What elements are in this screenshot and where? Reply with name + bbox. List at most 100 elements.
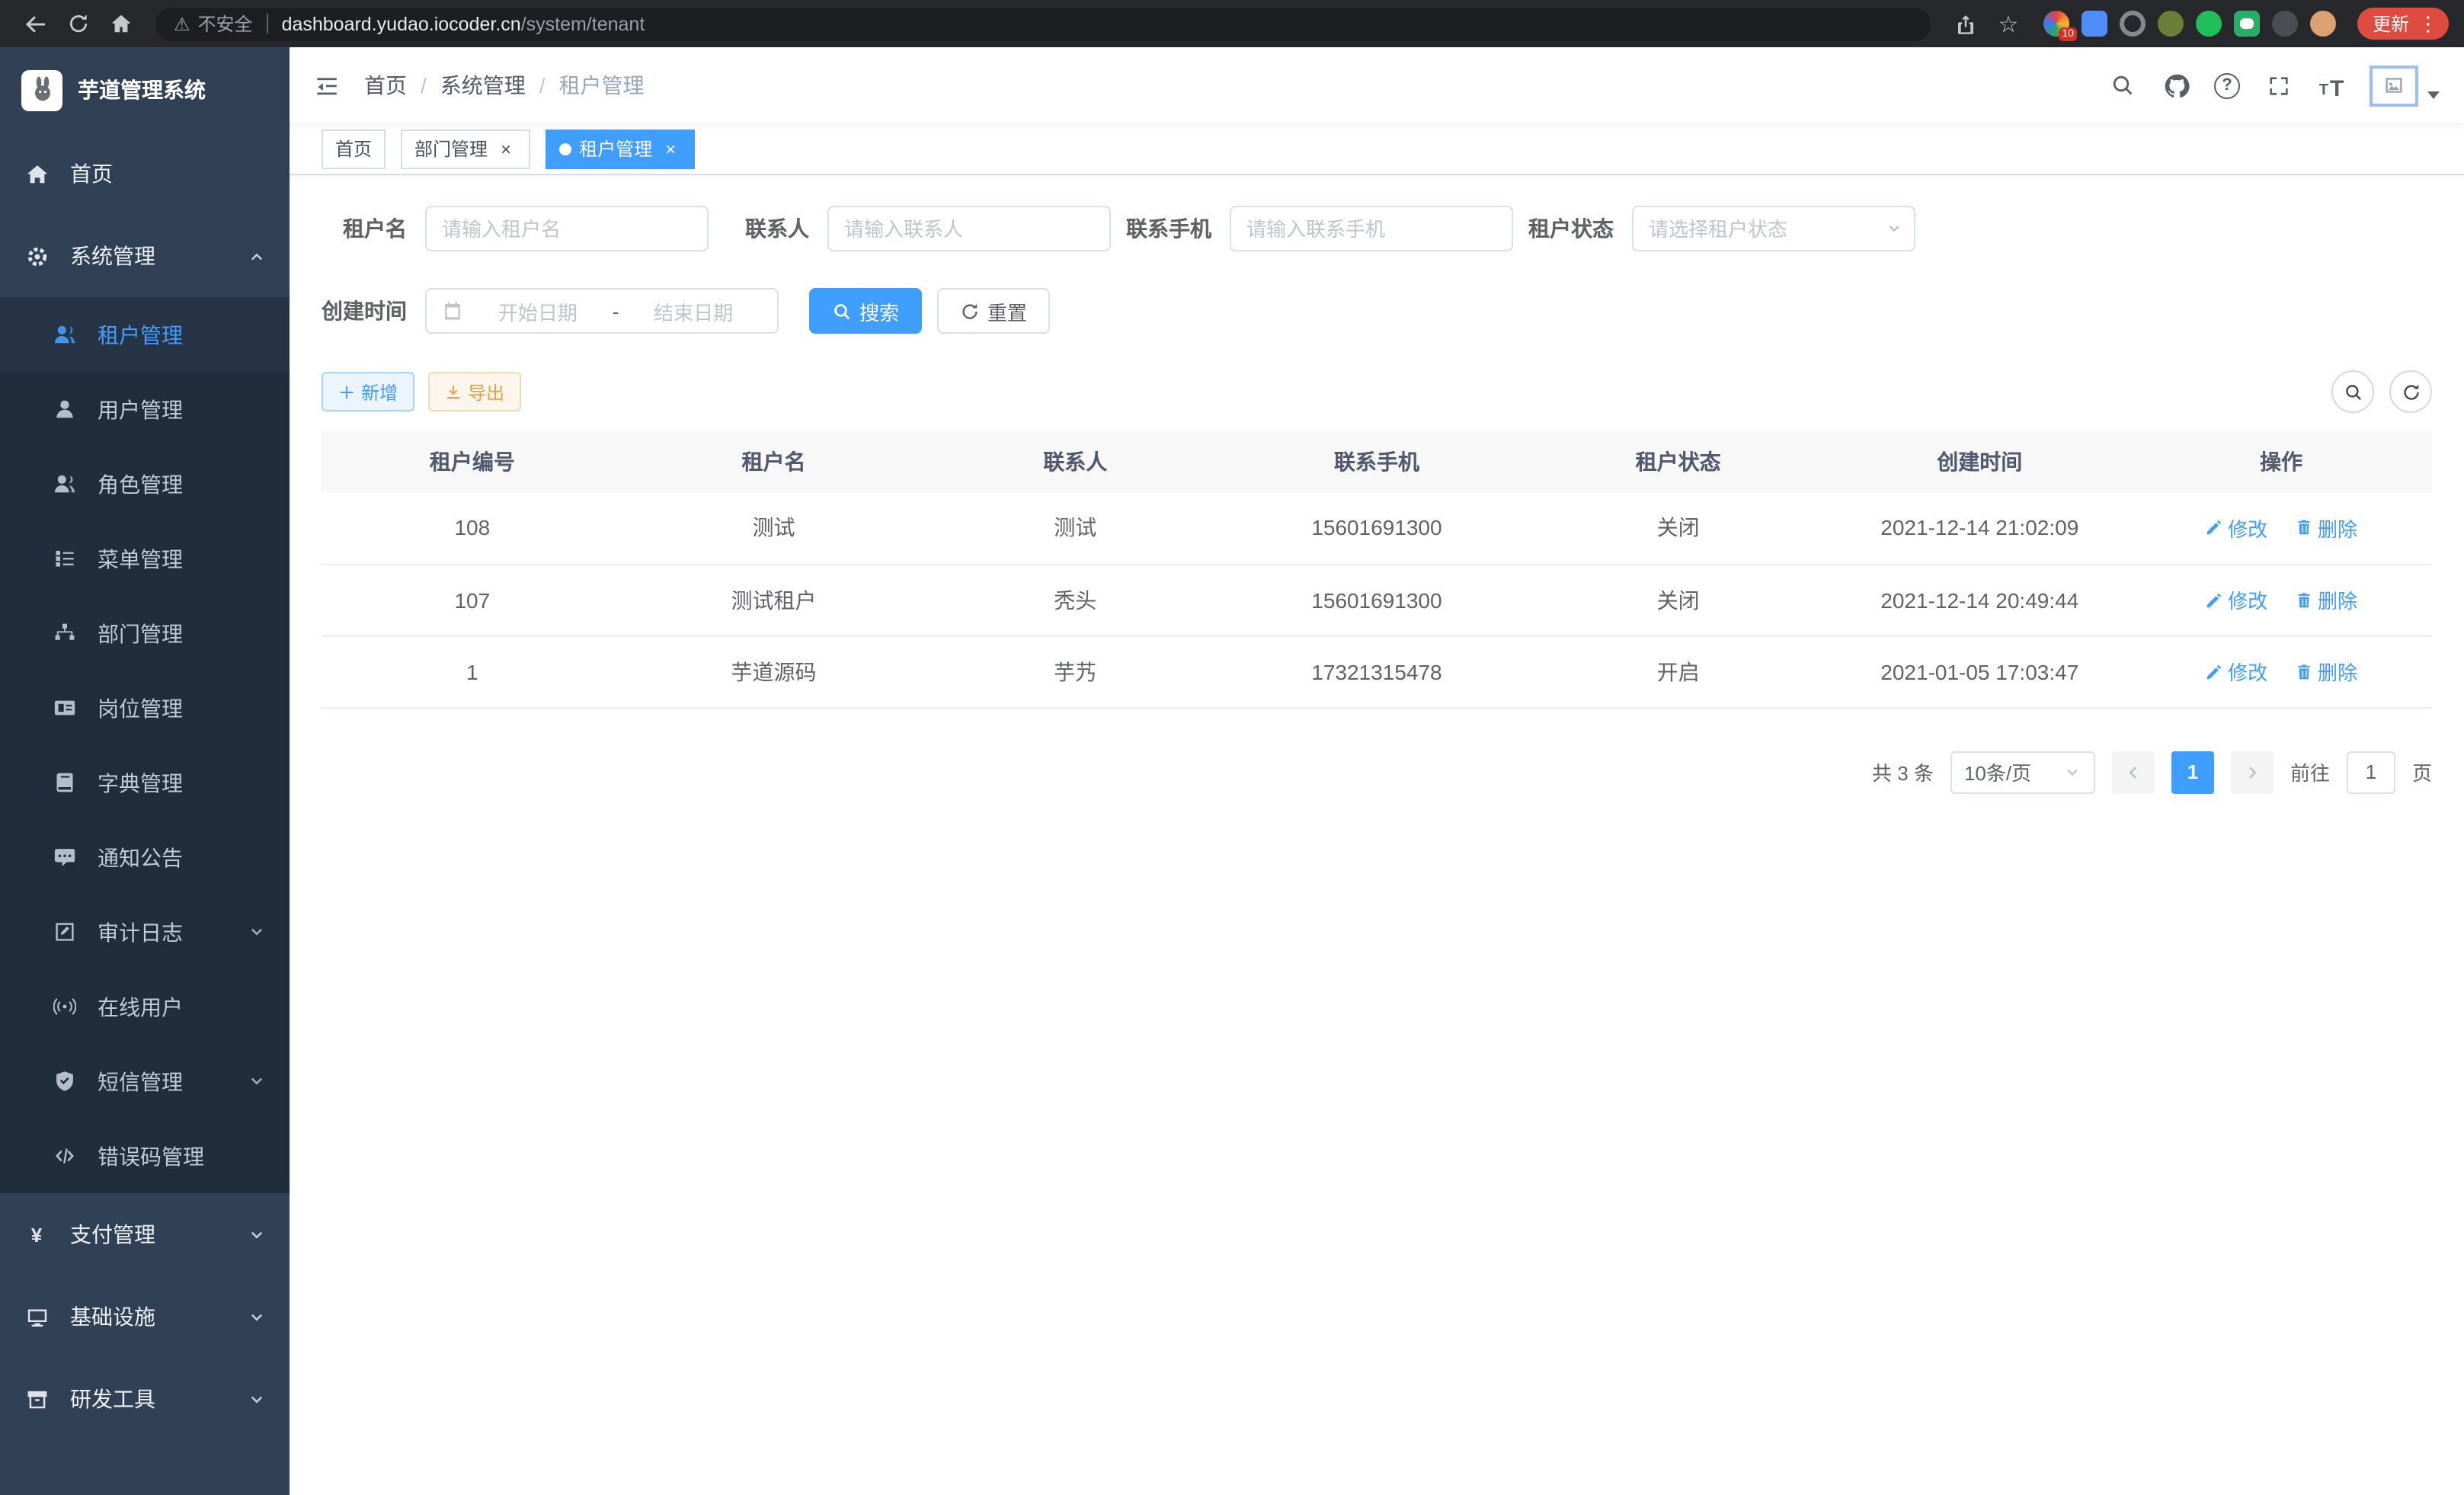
search-button[interactable]: 搜索 bbox=[809, 288, 922, 334]
sidebar-item-online-users[interactable]: 在线用户 bbox=[0, 969, 290, 1044]
phone-input[interactable] bbox=[1230, 206, 1513, 251]
date-end-placeholder[interactable]: 结束日期 bbox=[625, 296, 762, 325]
cell-phone: 15601691300 bbox=[1226, 492, 1528, 564]
github-icon[interactable] bbox=[2161, 69, 2191, 102]
next-page-icon[interactable] bbox=[2231, 751, 2274, 793]
font-size-icon[interactable]: TT bbox=[2316, 69, 2347, 102]
breadcrumb-home[interactable]: 首页 bbox=[364, 70, 407, 101]
broadcast-icon bbox=[52, 995, 76, 1018]
sidebar-item-sms[interactable]: 短信管理 bbox=[0, 1044, 290, 1119]
tenant-name-input[interactable] bbox=[425, 206, 709, 251]
user-avatar[interactable] bbox=[2370, 65, 2440, 106]
date-start-placeholder[interactable]: 开始日期 bbox=[469, 296, 606, 325]
close-icon[interactable]: × bbox=[660, 138, 681, 159]
list-tree-icon bbox=[52, 547, 76, 570]
bookmark-star-icon[interactable]: ☆ bbox=[1989, 4, 2028, 43]
cell-id: 1 bbox=[322, 635, 623, 707]
add-button[interactable]: 新增 bbox=[322, 372, 414, 411]
sidebar-item-audit-log[interactable]: 审计日志 bbox=[0, 895, 290, 969]
cell-phone: 15601691300 bbox=[1226, 564, 1528, 635]
fullscreen-icon[interactable] bbox=[2263, 69, 2293, 102]
sidebar-item-system[interactable]: 系统管理 bbox=[0, 215, 290, 297]
delete-button[interactable]: 删除 bbox=[2295, 585, 2357, 614]
phone-label: 联系手机 bbox=[1126, 213, 1230, 244]
extension-icon[interactable] bbox=[2120, 11, 2146, 37]
sidebar-toggle-icon[interactable] bbox=[314, 72, 340, 98]
sidebar-item-home[interactable]: 首页 bbox=[0, 133, 290, 215]
sidebar-item-notice[interactable]: 通知公告 bbox=[0, 820, 290, 895]
reset-button[interactable]: 重置 bbox=[937, 288, 1050, 334]
security-label[interactable]: 不安全 bbox=[198, 11, 253, 37]
home-icon[interactable] bbox=[101, 4, 140, 43]
goto-page-input[interactable] bbox=[2347, 751, 2395, 793]
home-icon bbox=[24, 162, 49, 185]
status-select-input[interactable] bbox=[1632, 206, 1915, 251]
close-icon[interactable]: × bbox=[495, 138, 517, 159]
sidebar-item-dept[interactable]: 部门管理 bbox=[0, 596, 290, 671]
browser-menu-icon[interactable]: ⋮ bbox=[2414, 11, 2443, 36]
sidebar-item-payment[interactable]: ¥ 支付管理 bbox=[0, 1193, 290, 1276]
extension-icon[interactable] bbox=[2272, 11, 2298, 37]
update-button[interactable]: 更新 ⋮ bbox=[2357, 8, 2449, 40]
column-header: 租户状态 bbox=[1528, 431, 1829, 492]
edit-button[interactable]: 修改 bbox=[2205, 657, 2267, 686]
breadcrumb-system[interactable]: 系统管理 bbox=[440, 70, 526, 101]
tab-home[interactable]: 首页 bbox=[322, 129, 386, 168]
contact-label: 联系人 bbox=[724, 213, 827, 244]
page-size-select[interactable]: 10条/页 bbox=[1950, 751, 2095, 793]
table-toolbar: 新增 导出 bbox=[322, 370, 2432, 413]
extensions-tray: 10 bbox=[2043, 11, 2336, 37]
back-icon[interactable] bbox=[15, 4, 55, 43]
prev-page-icon[interactable] bbox=[2112, 751, 2155, 793]
delete-button[interactable]: 删除 bbox=[2295, 514, 2357, 543]
column-header: 联系手机 bbox=[1226, 431, 1528, 492]
toggle-search-icon[interactable] bbox=[2331, 370, 2374, 413]
tab-dept[interactable]: 部门管理 × bbox=[401, 129, 530, 168]
chevron-up-icon bbox=[248, 248, 265, 264]
app-logo[interactable]: 芋道管理系统 bbox=[0, 47, 290, 133]
calendar-icon bbox=[442, 300, 463, 322]
extension-icon[interactable]: 10 bbox=[2043, 11, 2069, 37]
delete-button[interactable]: 删除 bbox=[2295, 657, 2357, 686]
sidebar-item-infrastructure[interactable]: 基础设施 bbox=[0, 1276, 290, 1358]
status-select[interactable] bbox=[1632, 206, 1915, 251]
share-icon[interactable] bbox=[1946, 4, 1986, 43]
sidebar-item-menu[interactable]: 菜单管理 bbox=[0, 521, 290, 596]
contact-input[interactable] bbox=[827, 206, 1111, 251]
page-content: 租户名 联系人 联系手机 租户状态 bbox=[290, 175, 2464, 1495]
filter-tenant-name: 租户名 bbox=[322, 206, 709, 251]
sidebar-item-dict[interactable]: 字典管理 bbox=[0, 745, 290, 820]
cell-name: 芋道源码 bbox=[623, 635, 925, 707]
search-icon[interactable] bbox=[2107, 69, 2138, 102]
filter-row-2: 创建时间 开始日期 - 结束日期 搜索 重置 bbox=[322, 288, 2432, 334]
profile-avatar-icon[interactable] bbox=[2310, 11, 2336, 37]
tab-tenant[interactable]: 租户管理 × bbox=[546, 129, 695, 168]
extension-icon[interactable] bbox=[2158, 11, 2184, 37]
chevron-down-icon bbox=[248, 1308, 265, 1325]
sidebar-item-user[interactable]: 用户管理 bbox=[0, 372, 290, 447]
sidebar-item-tenant[interactable]: 租户管理 bbox=[0, 297, 290, 372]
book-icon bbox=[52, 771, 76, 794]
date-range-picker[interactable]: 开始日期 - 结束日期 bbox=[425, 288, 779, 334]
edit-button[interactable]: 修改 bbox=[2205, 585, 2267, 614]
create-time-label: 创建时间 bbox=[322, 296, 425, 326]
page-number[interactable]: 1 bbox=[2171, 751, 2214, 793]
help-icon[interactable]: ? bbox=[2214, 72, 2240, 98]
extension-icon[interactable] bbox=[2082, 11, 2107, 37]
sidebar-item-error-code[interactable]: 错误码管理 bbox=[0, 1119, 290, 1193]
chevron-down-icon bbox=[1886, 221, 1902, 236]
filter-phone: 联系手机 bbox=[1126, 206, 1513, 251]
extension-icon[interactable] bbox=[2234, 11, 2260, 37]
sidebar-item-post[interactable]: 岗位管理 bbox=[0, 671, 290, 745]
export-button[interactable]: 导出 bbox=[428, 372, 521, 411]
sidebar-item-dev-tools[interactable]: 研发工具 bbox=[0, 1358, 290, 1440]
extension-icon[interactable] bbox=[2196, 11, 2222, 37]
edit-button[interactable]: 修改 bbox=[2205, 514, 2267, 543]
address-bar[interactable]: ⚠ 不安全 dashboard.yudao.iocoder.cn/system/… bbox=[155, 7, 1931, 40]
cell-created: 2021-12-14 21:02:09 bbox=[1829, 492, 2130, 564]
chevron-down-icon bbox=[248, 1391, 265, 1407]
refresh-icon[interactable] bbox=[2389, 370, 2432, 413]
url-text[interactable]: dashboard.yudao.iocoder.cn/system/tenant bbox=[282, 13, 645, 34]
sidebar-item-role[interactable]: 角色管理 bbox=[0, 447, 290, 521]
reload-icon[interactable] bbox=[58, 4, 98, 43]
